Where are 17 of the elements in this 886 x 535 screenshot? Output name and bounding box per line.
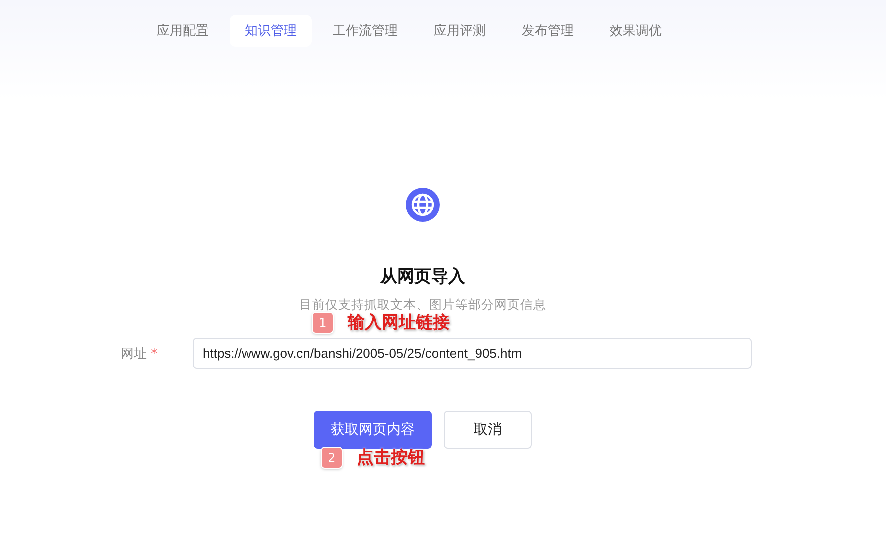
step-badge: 2 xyxy=(322,448,342,468)
dialog-title: 从网页导入 xyxy=(380,266,466,288)
annotation-text: 点击按钮 xyxy=(357,447,425,469)
nav-tab[interactable]: 应用评测 xyxy=(419,15,501,47)
subtitle: 目前仅支持抓取文本、图片等部分网页信息 xyxy=(300,297,546,314)
cancel-button[interactable]: 取消 xyxy=(444,411,532,449)
nav-tab[interactable]: 知识管理 xyxy=(230,15,312,47)
nav-tab[interactable]: 发布管理 xyxy=(507,15,589,47)
annotation-text: 输入网址链接 xyxy=(348,312,450,334)
fetch-button[interactable]: 获取网页内容 xyxy=(314,411,432,449)
field-label: 网址 * xyxy=(121,346,159,362)
nav-tab[interactable]: 效果调优 xyxy=(595,15,677,47)
nav-tab[interactable]: 应用配置 xyxy=(142,15,224,47)
url-input-field[interactable]: https://www.gov.cn/banshi/2005-05/25/content_905.htm xyxy=(193,338,752,369)
globe-icon xyxy=(406,188,440,222)
nav-tab[interactable]: 工作流管理 xyxy=(318,15,413,47)
step-badge: 1 xyxy=(313,312,333,332)
